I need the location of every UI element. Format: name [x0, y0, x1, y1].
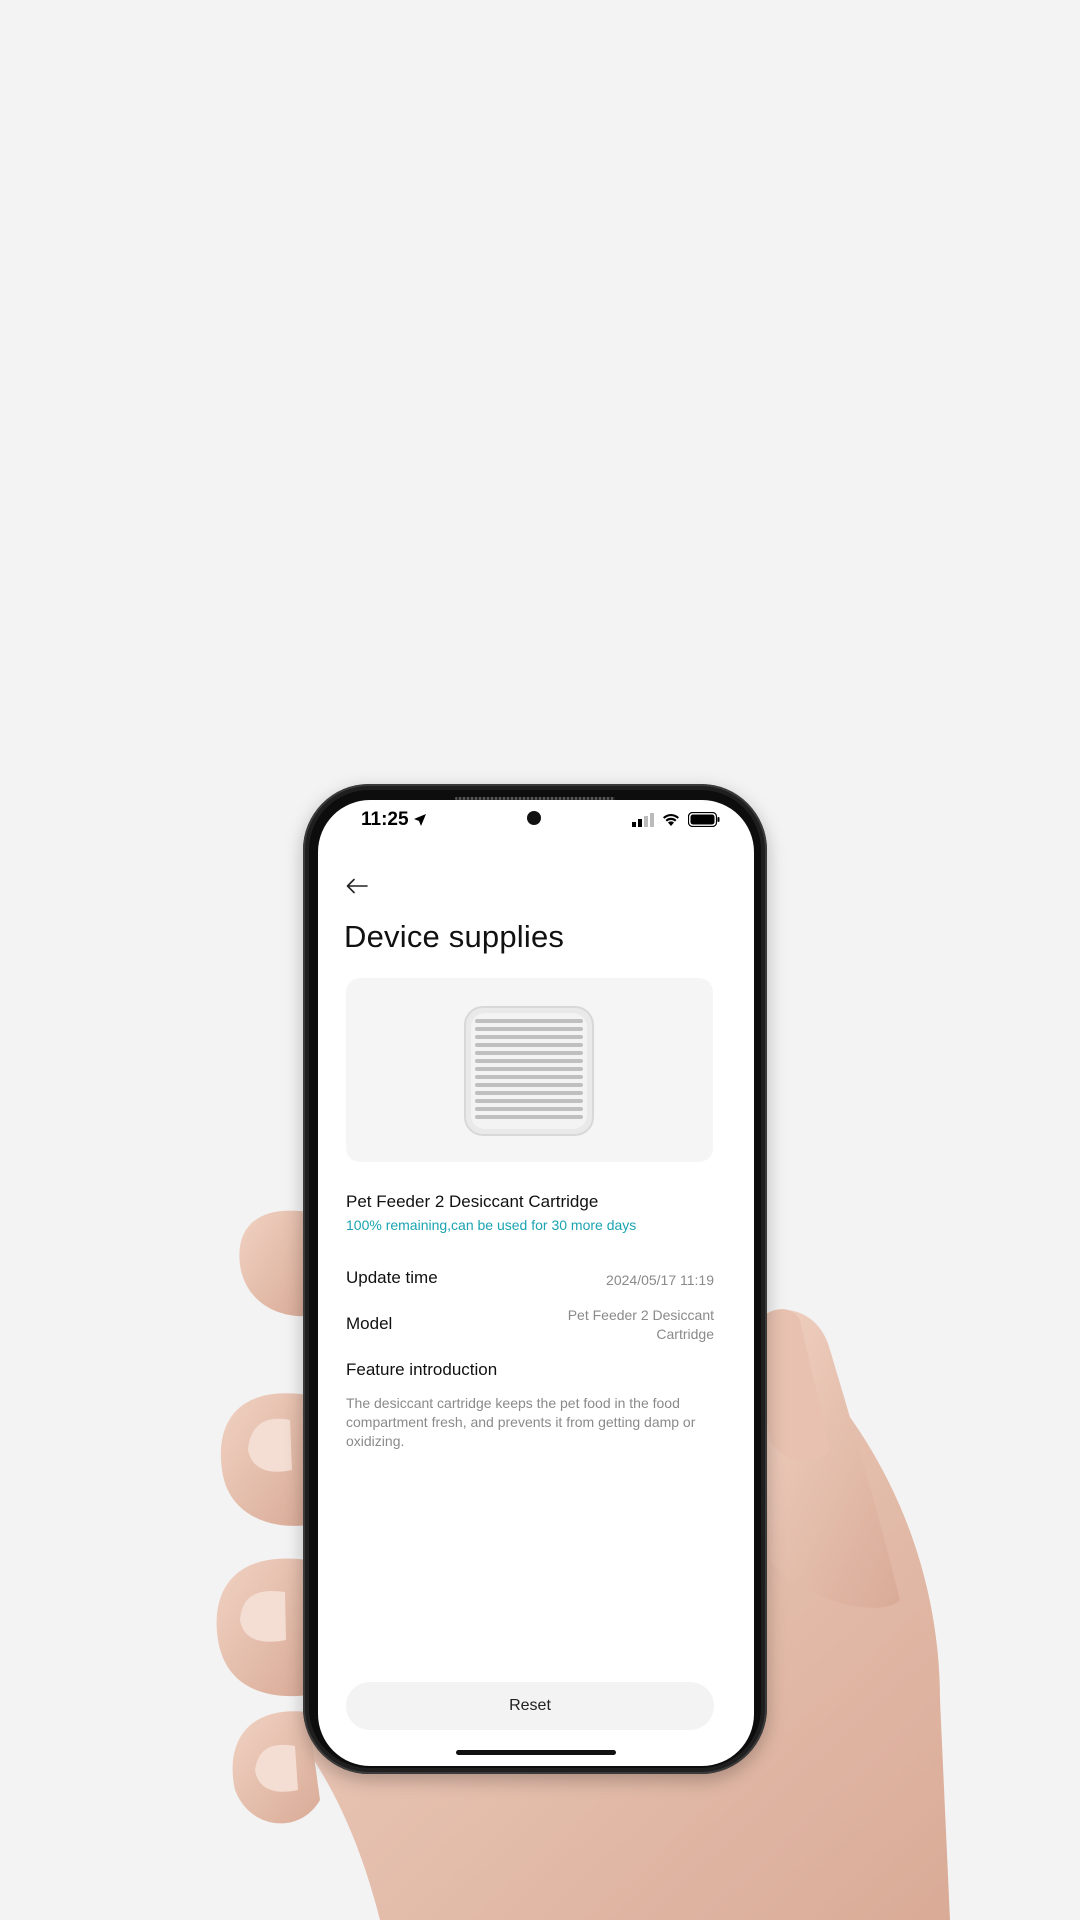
phone-screen: 11:25 Device supplies Pet Feeder 2 Desic… [318, 800, 754, 1766]
model-value-line2: Cartridge [656, 1326, 714, 1342]
model-value: Pet Feeder 2 Desiccant Cartridge [568, 1306, 714, 1344]
remaining-status: 100% remaining,can be used for 30 more d… [346, 1217, 637, 1233]
back-arrow-icon [346, 878, 368, 894]
location-arrow-icon [413, 814, 426, 826]
update-time-value: 2024/05/17 11:19 [606, 1272, 714, 1288]
status-time: 11:25 [361, 809, 427, 831]
reset-button[interactable]: Reset [346, 1682, 714, 1730]
status-time-text: 11:25 [361, 809, 409, 830]
front-camera [527, 811, 541, 825]
product-name: Pet Feeder 2 Desiccant Cartridge [346, 1192, 599, 1211]
update-time-label: Update time [346, 1268, 438, 1287]
feature-introduction-label: Feature introduction [346, 1360, 498, 1379]
desiccant-cartridge-image [464, 1006, 594, 1136]
model-label: Model [346, 1314, 393, 1333]
status-icons [632, 812, 720, 827]
photo-stage: 11:25 Device supplies Pet Feeder 2 Desic… [0, 0, 1080, 1920]
battery-icon [688, 812, 720, 827]
wifi-icon [663, 813, 679, 826]
back-button[interactable] [342, 871, 372, 901]
model-value-line1: Pet Feeder 2 Desiccant [567, 1307, 714, 1323]
cellular-signal-icon [632, 812, 654, 827]
page-title: Device supplies [344, 919, 565, 954]
feature-description: The desiccant cartridge keeps the pet fo… [346, 1395, 696, 1449]
home-indicator[interactable] [456, 1750, 616, 1755]
product-image-card [346, 978, 713, 1162]
